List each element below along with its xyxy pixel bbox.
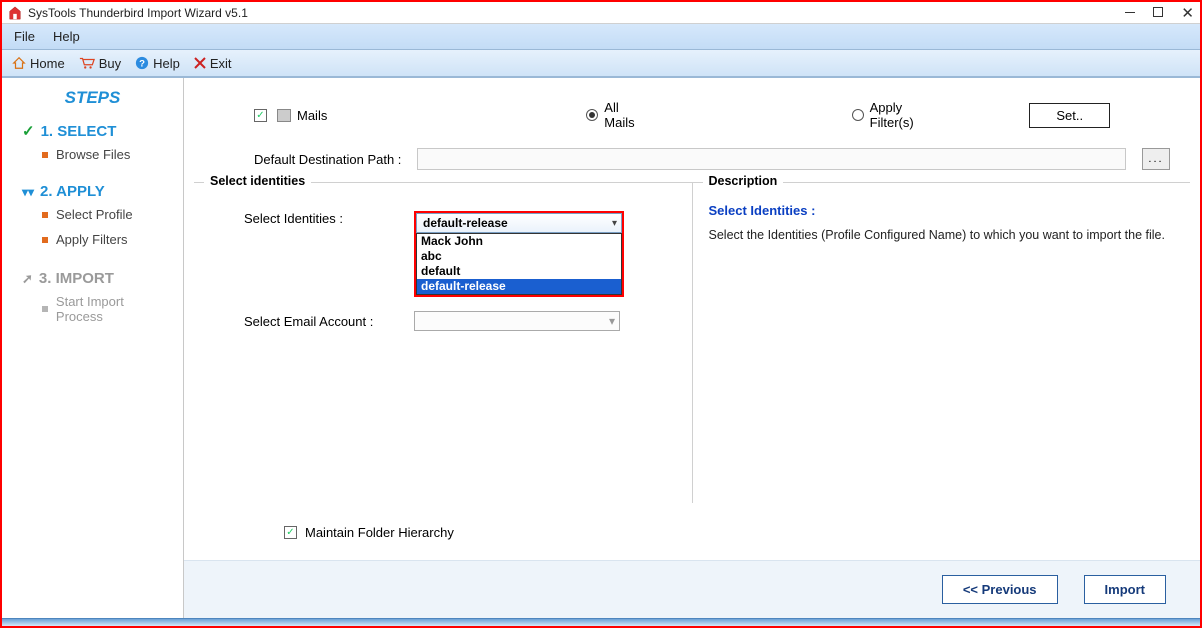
- identities-option-3[interactable]: default-release: [417, 279, 621, 294]
- description-panel-title: Description: [703, 174, 784, 188]
- identities-option-1[interactable]: abc: [417, 249, 621, 264]
- toolbar: Home Buy ? Help Exit: [2, 50, 1200, 78]
- menu-file[interactable]: File: [14, 29, 35, 44]
- bullet-icon: [42, 152, 48, 158]
- step-apply-sub-profile-label: Select Profile: [56, 207, 133, 222]
- window-controls: ✕: [1125, 4, 1194, 22]
- panels: Select identities Select Identities : de…: [184, 182, 1200, 503]
- description-body: Select the Identities (Profile Configure…: [709, 228, 1181, 242]
- svg-text:?: ?: [139, 59, 145, 70]
- chevron-down-icon: ▾: [609, 314, 615, 328]
- window-title: SysTools Thunderbird Import Wizard v5.1: [28, 6, 1125, 20]
- apply-filters-label: Apply Filter(s): [870, 100, 950, 130]
- identities-panel-title: Select identities: [204, 174, 311, 188]
- help-icon: ?: [135, 56, 149, 70]
- top-options-row: ✓ Mails All Mails Apply Filter(s) Set..: [184, 78, 1200, 140]
- apply-filters-radio[interactable]: [852, 109, 864, 121]
- footer-bar: << Previous Import: [184, 560, 1200, 618]
- apply-filters-radio-wrap[interactable]: Apply Filter(s): [852, 100, 950, 130]
- toolbar-help[interactable]: ? Help: [135, 56, 180, 71]
- maintain-hierarchy-label: Maintain Folder Hierarchy: [305, 525, 454, 540]
- all-mails-radio[interactable]: [586, 109, 598, 121]
- cart-icon: [79, 56, 95, 70]
- menubar: File Help: [2, 24, 1200, 50]
- step-import-label: 3. IMPORT: [39, 270, 114, 287]
- destination-browse-button[interactable]: ...: [1142, 148, 1170, 170]
- import-arrow-icon: [22, 270, 33, 287]
- toolbar-exit-label: Exit: [210, 56, 232, 71]
- step-apply-sub-filters-label: Apply Filters: [56, 232, 128, 247]
- step-select[interactable]: 1. SELECT: [2, 118, 183, 142]
- destination-path-input[interactable]: [417, 148, 1126, 170]
- step-apply-sub-profile[interactable]: Select Profile: [2, 202, 183, 227]
- set-button[interactable]: Set..: [1029, 103, 1110, 128]
- step-select-label: 1. SELECT: [41, 123, 117, 140]
- menu-help[interactable]: Help: [53, 29, 80, 44]
- step-import-sub[interactable]: Start Import Process: [2, 289, 183, 329]
- identities-panel: Select identities Select Identities : de…: [194, 182, 692, 503]
- bullet-icon: [42, 212, 48, 218]
- maximize-button[interactable]: [1153, 5, 1163, 20]
- mails-checkbox-wrap[interactable]: ✓ Mails: [254, 108, 327, 123]
- home-icon: [12, 56, 26, 70]
- select-identities-label: Select Identities :: [244, 211, 394, 226]
- identities-option-0[interactable]: Mack John: [417, 234, 621, 249]
- check-icon: [22, 122, 35, 140]
- toolbar-buy[interactable]: Buy: [79, 56, 121, 71]
- titlebar: SysTools Thunderbird Import Wizard v5.1 …: [2, 2, 1200, 24]
- mails-label: Mails: [297, 108, 327, 123]
- select-email-label: Select Email Account :: [244, 314, 394, 329]
- description-subtitle: Select Identities :: [709, 203, 1181, 218]
- description-panel: Description Select Identities : Select t…: [692, 182, 1191, 503]
- all-mails-radio-wrap[interactable]: All Mails: [586, 100, 652, 130]
- step-import[interactable]: 3. IMPORT: [2, 266, 183, 289]
- step-select-sub-label: Browse Files: [56, 147, 130, 162]
- sidebar: STEPS 1. SELECT Browse Files ▾▾ 2. APPLY…: [2, 78, 184, 618]
- step-apply-sub-filters[interactable]: Apply Filters: [2, 227, 183, 252]
- bullet-icon: [42, 306, 48, 312]
- bottom-strip: [2, 618, 1200, 626]
- maintain-hierarchy-row[interactable]: ✓ Maintain Folder Hierarchy: [184, 503, 1200, 560]
- previous-button[interactable]: << Previous: [942, 575, 1058, 604]
- identities-combo[interactable]: default-release ▾: [416, 213, 622, 233]
- bullet-icon: [42, 237, 48, 243]
- filter-step-icon: ▾▾: [22, 185, 34, 199]
- select-identities-row: Select Identities : default-release ▾ Ma…: [244, 211, 682, 297]
- close-button[interactable]: ✕: [1181, 4, 1194, 22]
- toolbar-help-label: Help: [153, 56, 180, 71]
- steps-heading: STEPS: [2, 88, 183, 108]
- chevron-down-icon: ▾: [612, 218, 617, 229]
- identities-combo-highlight: default-release ▾ Mack John abc default …: [414, 211, 624, 297]
- maintain-hierarchy-checkbox[interactable]: ✓: [284, 526, 297, 539]
- destination-row: Default Destination Path : ...: [184, 140, 1200, 182]
- content: ✓ Mails All Mails Apply Filter(s) Set.. …: [184, 78, 1200, 618]
- step-apply-label: 2. APPLY: [40, 183, 105, 200]
- step-select-sub-browse[interactable]: Browse Files: [2, 142, 183, 167]
- destination-label: Default Destination Path :: [254, 152, 401, 167]
- main: STEPS 1. SELECT Browse Files ▾▾ 2. APPLY…: [2, 78, 1200, 618]
- toolbar-exit[interactable]: Exit: [194, 56, 232, 71]
- identities-combo-value: default-release: [423, 216, 508, 230]
- exit-icon: [194, 57, 206, 69]
- step-apply[interactable]: ▾▾ 2. APPLY: [2, 179, 183, 202]
- email-account-combo[interactable]: ▾: [414, 311, 620, 331]
- minimize-button[interactable]: [1125, 5, 1135, 20]
- identities-dropdown[interactable]: Mack John abc default default-release: [416, 233, 622, 295]
- import-button[interactable]: Import: [1084, 575, 1166, 604]
- app-logo-icon: [8, 6, 22, 20]
- step-import-sub-label: Start Import Process: [56, 294, 173, 324]
- mails-checkbox[interactable]: ✓: [254, 109, 267, 122]
- mails-gray-icon: [277, 109, 291, 122]
- select-email-row: Select Email Account : ▾: [244, 311, 682, 331]
- identities-option-2[interactable]: default: [417, 264, 621, 279]
- toolbar-home[interactable]: Home: [12, 56, 65, 71]
- toolbar-buy-label: Buy: [99, 56, 121, 71]
- all-mails-label: All Mails: [604, 100, 652, 130]
- toolbar-home-label: Home: [30, 56, 65, 71]
